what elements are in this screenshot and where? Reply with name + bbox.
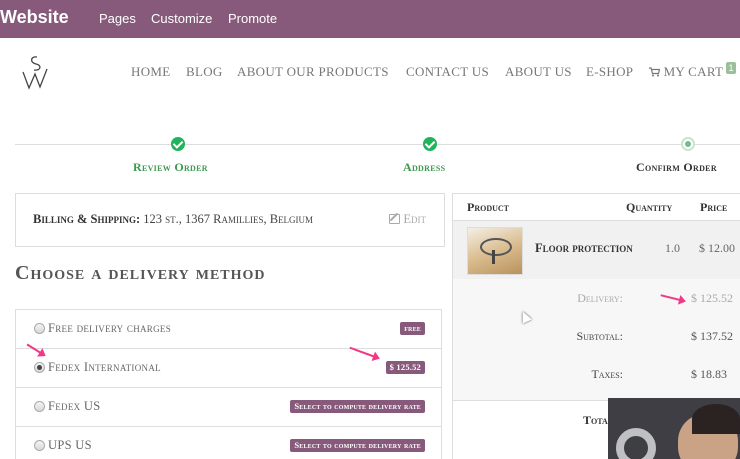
delivery-price-badge: Select to compute delivery rate [290, 400, 425, 413]
menu-customize[interactable]: Customize [151, 11, 212, 26]
delivery-method-list: Free delivery charges free Fedex Interna… [15, 309, 442, 459]
nav-blog[interactable]: BLOG [186, 64, 223, 80]
webcam-person-hair [692, 404, 740, 434]
cart-label: MY CART [663, 64, 724, 79]
billing-label: Billing & Shipping: [33, 212, 141, 226]
subtotal-label: Subtotal: [576, 329, 623, 343]
edit-address-link[interactable]: Edit [389, 212, 426, 227]
radio-ups-us[interactable] [34, 440, 45, 451]
step-confirm-order: Confirm Order [636, 160, 717, 174]
delivery-price-badge: Select to compute delivery rate [290, 439, 425, 452]
step-address[interactable]: Address [403, 160, 445, 175]
header-quantity: Quantity [626, 200, 673, 214]
step-address-check-icon [423, 137, 437, 151]
nav-home[interactable]: HOME [131, 64, 170, 80]
delivery-price-badge: free [400, 322, 425, 335]
delivery-price-badge: $ 125.52 [385, 361, 425, 374]
nav-about-products[interactable]: ABOUT OUR PRODUCTS [237, 64, 389, 80]
radio-fedex-us[interactable] [34, 401, 45, 412]
billing-address: Billing & Shipping: 123 st., 1367 Ramill… [33, 212, 313, 227]
menu-pages[interactable]: Pages [99, 11, 136, 26]
website-brand[interactable]: Website [0, 7, 69, 28]
webcam-overlay [608, 398, 740, 459]
billing-shipping-box: Billing & Shipping: 123 st., 1367 Ramill… [15, 193, 445, 247]
progress-track [15, 144, 740, 145]
delivery-option-fedex-us[interactable]: Fedex US Select to compute delivery rate [16, 388, 441, 427]
step-confirm-current-icon [681, 137, 695, 151]
header-price: Price [700, 200, 728, 214]
header-product: Product [467, 200, 509, 214]
nav-my-cart[interactable]: MY CART [649, 64, 723, 80]
product-name[interactable]: Floor protection [535, 241, 633, 256]
step-review-order[interactable]: Review Order [133, 160, 208, 175]
delivery-name: UPS US [48, 438, 92, 452]
edit-label: Edit [403, 212, 426, 226]
delivery-option-ups-us[interactable]: UPS US Select to compute delivery rate [16, 427, 441, 459]
subtotal-value: $ 137.52 [691, 329, 733, 343]
taxes-label: Taxes: [591, 367, 623, 381]
radio-fedex-international[interactable] [34, 362, 45, 373]
webcam-background-shape [616, 428, 656, 459]
delivery-name: Fedex International [48, 360, 161, 374]
menu-promote[interactable]: Promote [228, 11, 277, 26]
delivery-name: Fedex US [48, 399, 101, 413]
billing-address-value: 123 st., 1367 Ramillies, Belgium [143, 212, 314, 226]
delivery-section-title: Choose a delivery method [15, 262, 266, 284]
nav-eshop[interactable]: E-SHOP [586, 64, 633, 80]
site-logo[interactable] [20, 54, 50, 90]
product-price: $ 12.00 [699, 241, 735, 255]
cart-count-badge: 1 [726, 62, 736, 74]
cart-table-header: Product Quantity Price [453, 193, 740, 221]
nav-about-us[interactable]: ABOUT US [505, 64, 572, 80]
step-review-check-icon [171, 137, 185, 151]
taxes-value: $ 18.83 [691, 367, 727, 381]
cart-product-row: Floor protection 1.0 $ 12.00 [453, 221, 740, 279]
delivery-name: Free delivery charges [48, 321, 172, 335]
cart-icon [649, 67, 661, 77]
nav-contact[interactable]: CONTACT US [406, 64, 489, 80]
admin-topbar: Website Pages Customize Promote [0, 0, 740, 38]
product-quantity: 1.0 [665, 241, 680, 255]
delivery-total-label: Delivery: [577, 291, 623, 305]
product-image [467, 227, 523, 275]
delivery-total-value: $ 125.52 [691, 291, 733, 305]
delivery-option-free[interactable]: Free delivery charges free [16, 310, 441, 349]
totals-area: Delivery: $ 125.52 Subtotal: $ 137.52 Ta… [453, 279, 740, 401]
radio-free[interactable] [34, 323, 45, 334]
edit-icon [389, 214, 401, 224]
total-label: Tota [583, 413, 608, 427]
